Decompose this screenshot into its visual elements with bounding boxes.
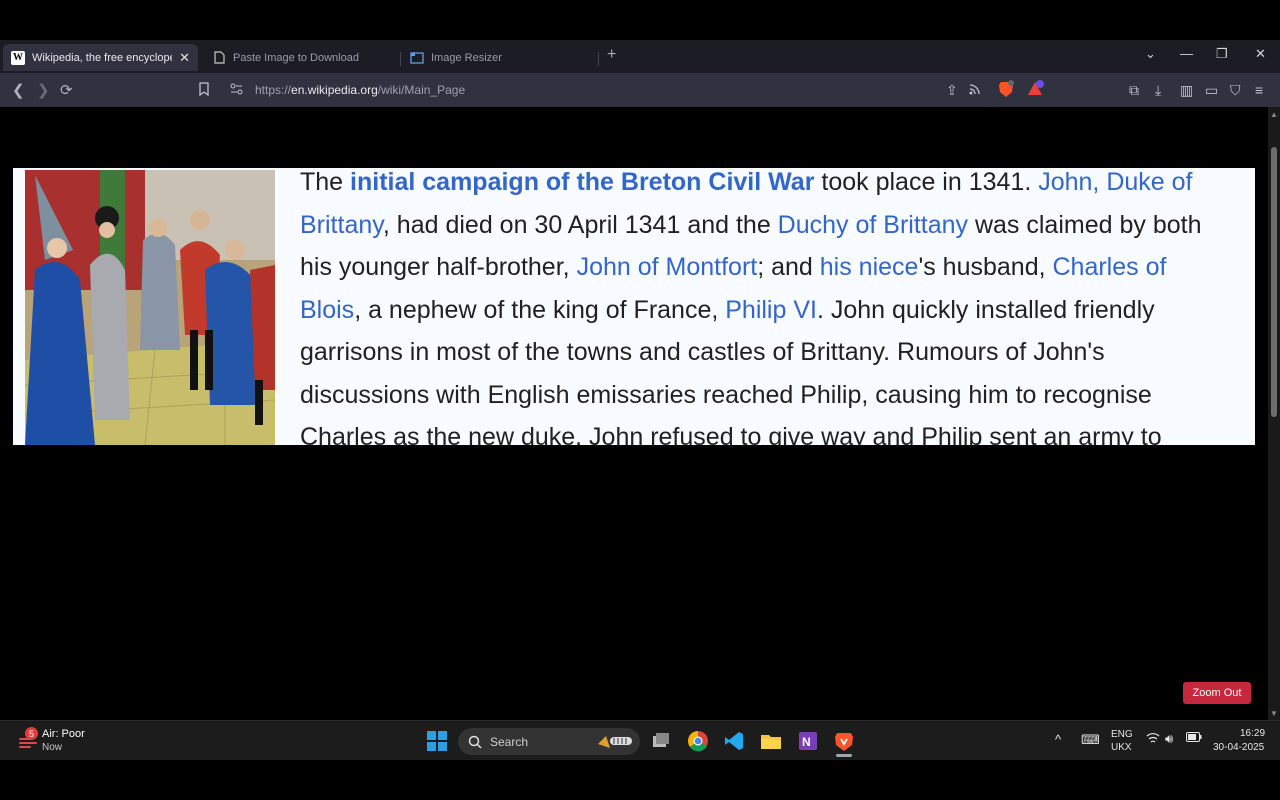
rss-icon[interactable] — [969, 82, 981, 98]
url-scheme: https:// — [255, 83, 292, 97]
task-view-icon[interactable] — [650, 730, 672, 752]
tab-title: Paste Image to Download — [233, 51, 359, 64]
text-run: 's husband, — [918, 253, 1053, 281]
text-run: The — [300, 168, 351, 196]
tab-paste-image[interactable]: Paste Image to Download — [212, 44, 397, 71]
show-hidden-icons-chevron-icon[interactable]: ^ — [1055, 732, 1061, 747]
link-philip-vi[interactable]: Philip VI — [725, 296, 817, 324]
tab-strip: W Wikipedia, the free encyclopedia ✕ Pas… — [0, 40, 1280, 73]
sidebar-icon[interactable]: ▥ — [1180, 82, 1193, 99]
battery-icon[interactable] — [1186, 732, 1202, 745]
address-toolbar: ❮ ❯ ⟳ https://en.wikipedia.org/wiki/Main… — [0, 73, 1280, 107]
active-app-indicator — [836, 754, 852, 757]
bottom-black-band — [0, 760, 1280, 800]
scroll-up-arrow-icon[interactable]: ▲ — [1270, 110, 1278, 119]
text-run: , had died on 30 April 1341 and the — [382, 210, 778, 239]
article-line: his younger half-brother, John of Montfo… — [300, 246, 1255, 289]
link-his-niece[interactable]: his niece — [820, 253, 919, 281]
link-blois[interactable]: Blois — [300, 296, 354, 324]
wifi-icon[interactable] — [1146, 732, 1160, 747]
close-tab-icon[interactable]: ✕ — [179, 50, 190, 66]
search-label: Search — [490, 734, 529, 749]
article-line: discussions with English emissaries reac… — [300, 380, 1152, 409]
article-line: Charles as the new duke. John refused to… — [300, 423, 1162, 445]
back-icon[interactable]: ❮ — [12, 81, 25, 99]
zoom-out-button[interactable]: Zoom Out — [1183, 682, 1251, 704]
text-run: took place in 1341. — [814, 168, 1039, 196]
bookmark-icon[interactable] — [198, 82, 210, 99]
search-icon — [468, 735, 482, 749]
link-initial-campaign[interactable]: initial campaign of the Breton Civil War — [350, 168, 814, 196]
link-charles-of-blois[interactable]: Charles of — [1053, 253, 1167, 281]
window-close-icon[interactable]: ✕ — [1255, 46, 1266, 62]
taskbar-search[interactable]: Search — [458, 728, 640, 755]
article-line: The initial campaign of the Breton Civil… — [300, 168, 1255, 204]
text-run: . John quickly installed friendly — [816, 295, 1155, 324]
article-line: garrisons in most of the towns and castl… — [300, 338, 1105, 366]
language-top[interactable]: ENG — [1111, 729, 1133, 740]
url-path: /wiki/Main_Page — [377, 83, 466, 97]
top-black-band — [0, 0, 1280, 40]
forward-icon[interactable]: ❯ — [37, 81, 50, 99]
brave-shields-icon[interactable] — [998, 80, 1014, 101]
tab-title: Wikipedia, the free encyclopedia — [32, 51, 172, 64]
windows-taskbar: 5 Air: Poor Now Search N ^ ⌨ ENG UKX 🔊︎ — [0, 720, 1280, 760]
site-settings-icon[interactable] — [230, 82, 243, 98]
wallet-icon[interactable]: ▭ — [1205, 82, 1218, 99]
document-icon — [212, 51, 226, 65]
text-run: , a nephew of the king of France, — [354, 295, 726, 324]
scrollbar-thumb[interactable] — [1271, 147, 1277, 417]
article-line: Brittany, had died on 30 April 1341 and … — [300, 204, 1255, 247]
tab-title: Image Resizer — [431, 51, 502, 64]
notification-badge: 5 — [25, 727, 38, 740]
zoomed-article-panel: The initial campaign of the Breton Civil… — [13, 168, 1255, 445]
file-explorer-icon[interactable] — [760, 730, 782, 752]
tab-separator — [400, 52, 401, 66]
downloads-icon[interactable]: ⤓ — [1155, 82, 1161, 99]
tab-image-resizer[interactable]: Image Resizer — [410, 44, 595, 71]
minimize-icon[interactable]: — — [1180, 46, 1193, 61]
search-highlight-icon — [596, 732, 634, 753]
tab-wikipedia[interactable]: W Wikipedia, the free encyclopedia ✕ — [3, 44, 198, 71]
svg-text:N: N — [802, 735, 811, 749]
brave-browser-icon[interactable] — [833, 730, 855, 757]
share-icon[interactable]: ⇪ — [946, 82, 958, 99]
new-tab-plus-icon[interactable]: + — [607, 46, 616, 64]
link-john-of-montfort[interactable]: John of Montfort — [577, 253, 758, 281]
tab-list-chevron-icon[interactable]: ⌄ — [1145, 46, 1156, 62]
clock-time[interactable]: 16:29 — [1240, 728, 1265, 739]
volume-icon[interactable]: 🔊︎ — [1165, 731, 1173, 747]
restore-icon[interactable]: ❐ — [1216, 46, 1228, 62]
link-brittany[interactable]: Brittany — [300, 211, 383, 239]
text-run: ; and — [757, 253, 820, 281]
vscode-icon[interactable] — [723, 730, 745, 752]
link-duchy-of-brittany[interactable]: Duchy of Brittany — [778, 211, 968, 239]
keyboard-icon[interactable]: ⌨ — [1081, 732, 1100, 748]
resize-icon — [410, 51, 424, 65]
text-run: his younger half-brother, — [300, 253, 577, 281]
url-host: en.wikipedia.org — [291, 83, 378, 97]
menu-icon[interactable]: ≡ — [1255, 82, 1263, 98]
vpn-shield-icon[interactable]: ⛉ — [1230, 82, 1241, 99]
tab-separator — [598, 52, 599, 66]
extensions-icon[interactable]: ⧉ — [1129, 82, 1139, 99]
page-scrollbar[interactable]: ▲ ▼ — [1268, 107, 1280, 720]
article-text: The initial campaign of the Breton Civil… — [300, 168, 1255, 445]
text-run: was claimed by both — [968, 210, 1202, 239]
onenote-icon[interactable]: N — [797, 730, 819, 752]
address-bar[interactable]: https://en.wikipedia.org/wiki/Main_Page — [255, 83, 465, 97]
brave-rewards-icon[interactable] — [1027, 80, 1045, 100]
breton-civil-war-painting[interactable] — [25, 170, 275, 445]
clock-date[interactable]: 30-04-2025 — [1213, 742, 1264, 753]
article-line: Blois, a nephew of the king of France, P… — [300, 289, 1255, 332]
weather-time: Now — [42, 742, 63, 753]
chrome-icon[interactable] — [687, 730, 709, 752]
scroll-down-arrow-icon[interactable]: ▼ — [1270, 709, 1278, 718]
windows-start-icon[interactable] — [426, 730, 448, 752]
weather-label: Air: Poor — [42, 728, 85, 740]
reload-icon[interactable]: ⟳ — [60, 81, 73, 99]
link-john-duke[interactable]: John, Duke of — [1038, 168, 1192, 196]
language-bottom[interactable]: UKX — [1111, 742, 1132, 753]
wikipedia-favicon-icon: W — [11, 50, 25, 65]
